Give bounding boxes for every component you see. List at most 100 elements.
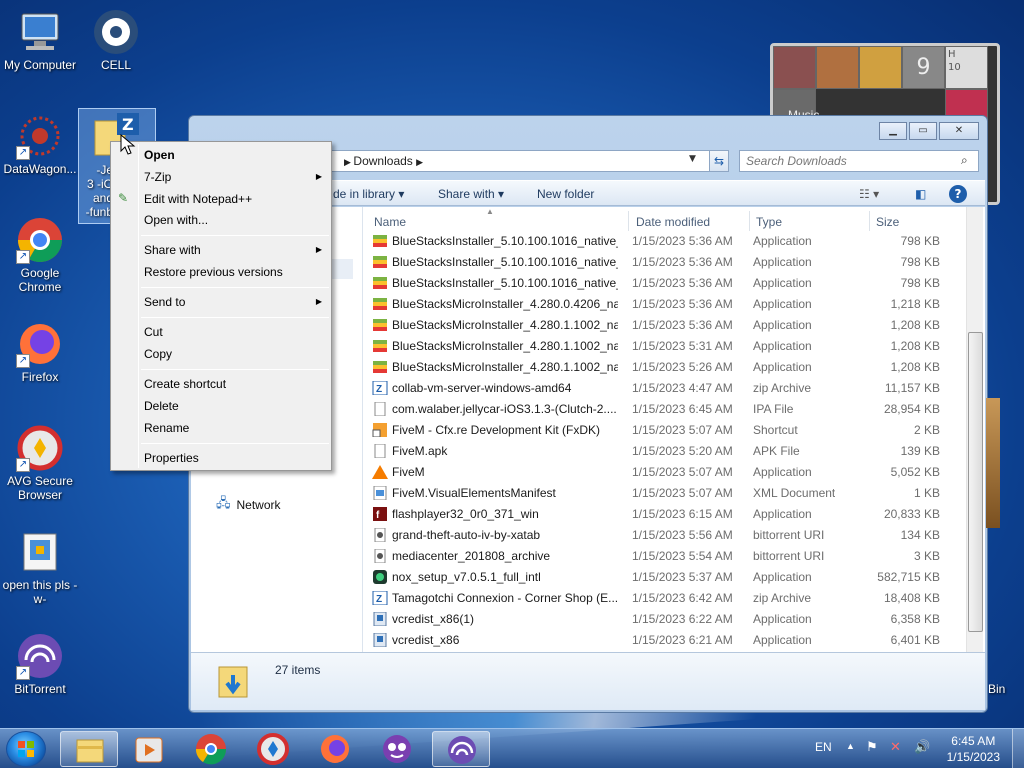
vertical-scrollbar[interactable]	[966, 207, 983, 652]
file-row[interactable]: BlueStacksMicroInstaller_4.280.0.4206_na…	[370, 294, 950, 315]
file-row[interactable]: vcredist_x86(1) 1/15/2023 6:22 AM Applicat…	[370, 609, 950, 630]
file-icon	[372, 402, 388, 416]
desktop-icon-firefox[interactable]: ↗ Firefox	[0, 320, 80, 384]
desktop-icon-datawagon[interactable]: ↗ DataWagon...	[0, 112, 80, 176]
scrollbar-thumb[interactable]	[968, 332, 983, 632]
bluestacks-icon	[372, 318, 388, 332]
file-row[interactable]: nox_setup_v7.0.5.1_full_intl 1/15/2023 5:…	[370, 567, 950, 588]
desktop-icon-google-chrome[interactable]: ↗ Google Chrome	[0, 216, 80, 294]
torrent-icon	[372, 549, 388, 563]
file-type: Application	[753, 465, 812, 479]
address-bar[interactable]: ▶ Downloads ▶	[329, 150, 719, 172]
flash-icon: f	[372, 507, 388, 521]
file-size: 1,208 KB	[890, 339, 940, 353]
file-type: Application	[753, 276, 812, 290]
desktop-icon-open-this-pls[interactable]: open this pls -w-	[0, 528, 80, 606]
include-in-library-button[interactable]: de in library ▾	[333, 187, 404, 201]
desktop-icon-my-computer[interactable]: My Computer	[0, 8, 80, 72]
desktop-icon-avg-secure-browser[interactable]: ↗ AVG Secure Browser	[0, 424, 80, 502]
action-center-icon[interactable]: ⚑	[866, 739, 878, 755]
desktop-icon-bittorrent[interactable]: ↗ BitTorrent	[0, 632, 80, 696]
file-date-modified: 1/15/2023 5:37 AM	[632, 570, 733, 584]
file-date-modified: 1/15/2023 5:54 AM	[632, 549, 733, 563]
taskbar-media-player[interactable]	[120, 731, 178, 767]
torrent-icon	[372, 528, 388, 542]
maximize-button[interactable]: ▭	[909, 122, 937, 140]
show-desktop-button[interactable]	[1012, 729, 1024, 768]
file-name: BlueStacksMicroInstaller_4.280.0.4206_na…	[392, 297, 618, 311]
gadget-tile	[859, 46, 902, 89]
network-status-icon[interactable]: ✕	[890, 739, 901, 755]
search-icon[interactable]: ⌕	[961, 153, 968, 168]
file-row[interactable]: BlueStacksMicroInstaller_4.280.1.1002_na…	[370, 357, 950, 378]
view-options-icon[interactable]: ☷ ▾	[859, 187, 879, 201]
nav-item-network[interactable]: 🖧 Network	[216, 494, 281, 516]
file-type: Application	[753, 297, 812, 311]
file-date-modified: 1/15/2023 6:45 AM	[632, 402, 733, 416]
breadcrumb-downloads[interactable]: Downloads	[353, 154, 412, 168]
file-row[interactable]: FiveM.apk 1/15/2023 5:20 AM APK File 139 KB	[370, 441, 950, 462]
refresh-button[interactable]: ⇆	[709, 150, 729, 172]
file-row[interactable]: BlueStacksMicroInstaller_4.280.1.1002_na…	[370, 336, 950, 357]
help-icon[interactable]: ?	[949, 185, 967, 203]
desktop-icon-label: CELL	[100, 58, 132, 72]
preview-pane-icon[interactable]: ◧	[915, 187, 926, 201]
media-player-icon	[135, 737, 163, 763]
file-row[interactable]: com.walaber.jellycar-iOS3.1.3-(Clutch-2.…	[370, 399, 950, 420]
desktop-icon-cell[interactable]: CELL	[76, 8, 156, 72]
taskbar-firefox[interactable]	[306, 731, 364, 767]
file-name: mediacenter_201808_archive	[392, 549, 551, 563]
windows-logo-icon	[18, 741, 34, 757]
file-size: 6,401 KB	[890, 633, 940, 647]
language-indicator[interactable]: EN	[815, 740, 832, 754]
svg-text:Z: Z	[376, 594, 382, 605]
taskbar-chrome[interactable]	[182, 731, 240, 767]
bittorrent-icon	[448, 736, 476, 764]
file-name: Tamagotchi Connexion - Corner Shop (E...	[392, 591, 618, 605]
recycle-bin-label[interactable]: Bin	[988, 682, 1005, 696]
file-size: 20,833 KB	[883, 507, 940, 521]
file-row[interactable]: f flashplayer32_0r0_371_win 1/15/2023 6:15…	[370, 504, 950, 525]
column-separator[interactable]	[869, 211, 870, 231]
file-name: BlueStacksMicroInstaller_4.280.1.1002_na…	[392, 339, 618, 353]
file-row[interactable]: FiveM 1/15/2023 5:07 AM Application 5,052 K…	[370, 462, 950, 483]
file-row[interactable]: BlueStacksMicroInstaller_4.280.1.1002_na…	[370, 315, 950, 336]
file-row[interactable]: vcredist_x86 1/15/2023 6:21 AM Application…	[370, 630, 950, 651]
file-list: ▲ Name Date modified Type Size BlueStack…	[366, 207, 966, 652]
start-button[interactable]	[6, 731, 46, 767]
nox-icon	[372, 570, 388, 584]
notepad-icon: ✎	[118, 191, 129, 205]
bonzi-icon	[383, 735, 411, 763]
file-size: 5,052 KB	[890, 465, 940, 479]
desktop-icon-partial[interactable]	[986, 398, 1000, 528]
show-hidden-icons-icon[interactable]: ▲	[846, 741, 855, 751]
taskbar-bonzi[interactable]	[368, 731, 426, 767]
file-row[interactable]: FiveM.VisualElementsManifest 1/15/2023 5:…	[370, 483, 950, 504]
system-clock[interactable]: 6:45 AM 1/15/2023	[947, 733, 1000, 765]
share-with-button[interactable]: Share with ▾	[438, 187, 504, 201]
file-row[interactable]: mediacenter_201808_archive 1/15/2023 5:54…	[370, 546, 950, 567]
volume-icon[interactable]: 🔊	[914, 739, 930, 755]
close-button[interactable]: ✕	[939, 122, 979, 140]
taskbar-avg-browser[interactable]	[244, 731, 302, 767]
explorer-icon	[76, 739, 104, 763]
file-row[interactable]: grand-theft-auto-iv-by-xatab 1/15/2023 5:…	[370, 525, 950, 546]
file-name: collab-vm-server-windows-amd64	[392, 381, 572, 395]
file-row[interactable]: Zcollab-vm-server-windows-amd64 1/15/2023…	[370, 378, 950, 399]
column-separator[interactable]	[628, 211, 629, 231]
address-dropdown-icon[interactable]: ▼	[689, 154, 696, 164]
new-folder-button[interactable]: New folder	[537, 187, 594, 201]
taskbar-explorer[interactable]	[60, 731, 118, 767]
file-row[interactable]: BlueStacksInstaller_5.10.100.1016_native…	[370, 273, 950, 294]
file-type: zip Archive	[753, 591, 812, 605]
file-row[interactable]: BlueStacksInstaller_5.10.100.1016_native…	[370, 252, 950, 273]
taskbar-bittorrent[interactable]	[432, 731, 490, 767]
file-type: Application	[753, 318, 812, 332]
search-input[interactable]: Search Downloads	[739, 150, 979, 172]
file-row[interactable]: BlueStacksInstaller_5.10.100.1016_native…	[370, 231, 950, 252]
desktop-icon-label: My Computer	[3, 58, 77, 72]
file-row[interactable]: FiveM - Cfx.re Development Kit (FxDK) 1/1…	[370, 420, 950, 441]
minimize-button[interactable]: ▁	[879, 122, 907, 140]
column-separator[interactable]	[749, 211, 750, 231]
file-row[interactable]: Z Tamagotchi Connexion - Corner Shop (E..…	[370, 588, 950, 609]
